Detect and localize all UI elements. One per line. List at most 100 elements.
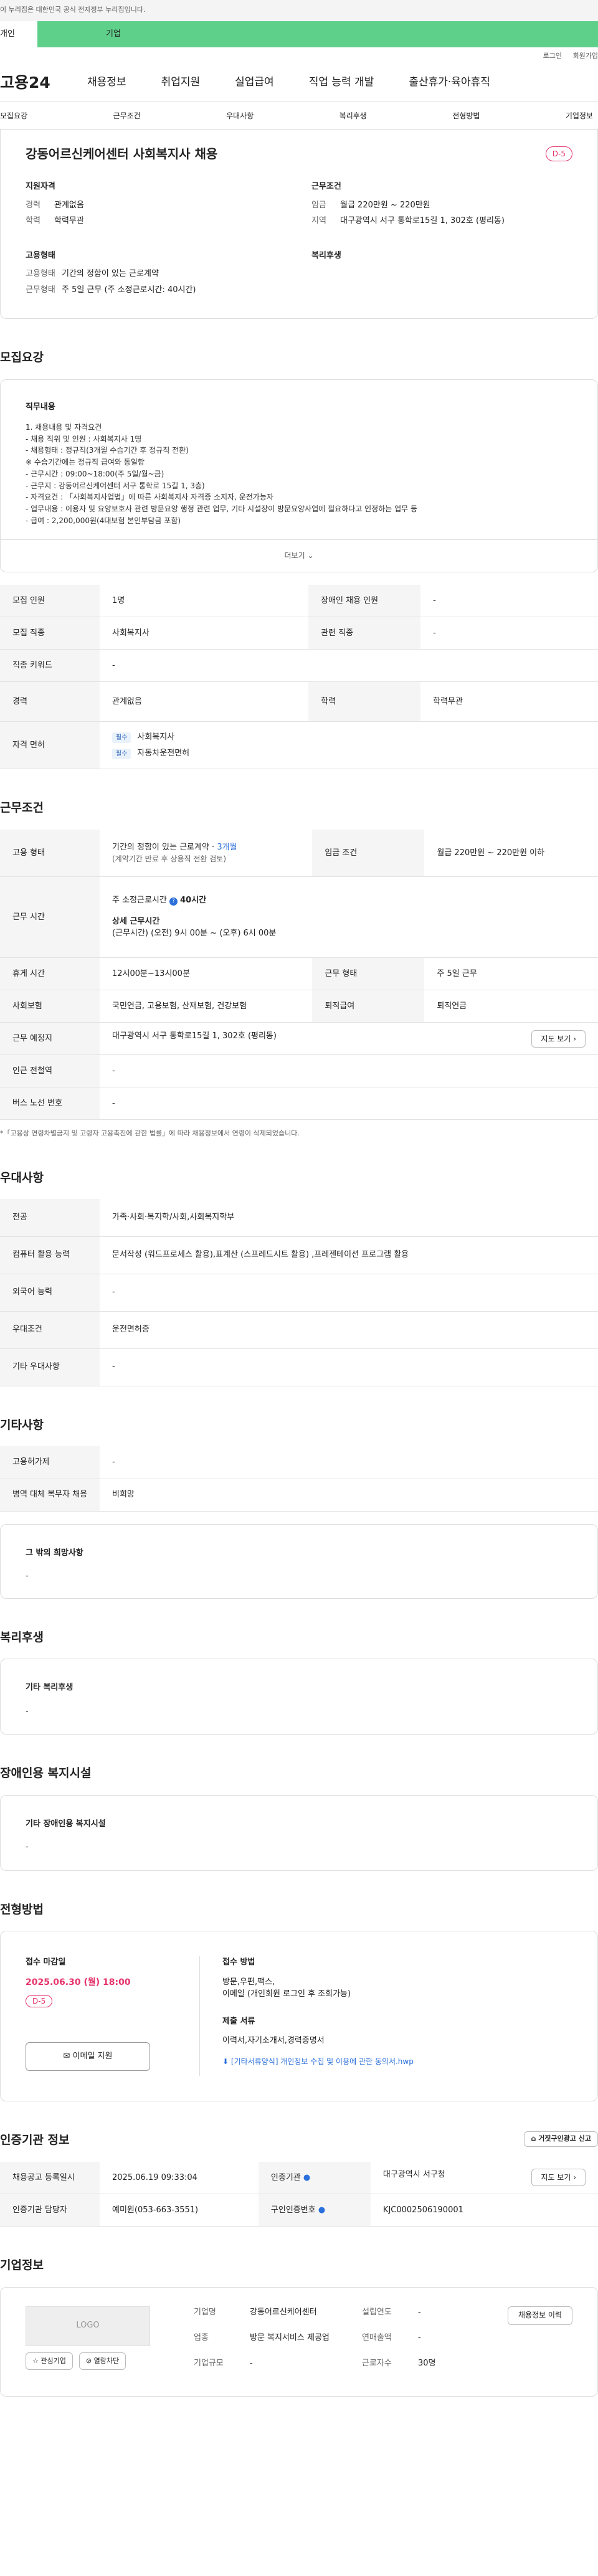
etc-table: 고용허가제 - 병역 대체 복무자 채용 비희망: [0, 1446, 598, 1512]
duty-line: - 근무시간 : 09:00~18:00(주 5일/월~금): [26, 469, 164, 478]
subnav-welfare[interactable]: 복리후생: [339, 110, 367, 121]
table-row: 우대조건 운전면허증: [0, 1311, 598, 1349]
table-row: 휴게 시간 12시00분~13시00분 근무 형태 주 5일 근무: [0, 957, 598, 990]
map-button-label: 지도 보기: [541, 2173, 571, 2182]
row-value: 운전면허증: [100, 1311, 598, 1349]
row-label: 근무 예정지: [0, 1022, 100, 1055]
cert-heading-row: 인증기관 정보 ⌂ 거짓구인광고 신고: [0, 2131, 598, 2149]
block-company-button[interactable]: ⊘ 열람차단: [78, 2352, 126, 2370]
gnb-item-employment-support[interactable]: 취업지원: [161, 75, 201, 91]
summary-welfare: 복리후생: [311, 250, 572, 300]
map-button-label: 지도 보기: [541, 1034, 571, 1043]
tab-business[interactable]: 기업: [37, 21, 598, 47]
subnav-pref[interactable]: 우대사항: [226, 110, 254, 121]
gnb-item-unemployment[interactable]: 실업급여: [235, 75, 274, 91]
row-label: 학력: [308, 681, 421, 722]
info-label: 연매출액: [362, 2332, 392, 2342]
section-heading-welfare: 복리후생: [0, 1630, 44, 1644]
email-apply-label: 이메일 지원: [72, 2052, 113, 2061]
row-label: 임금 조건: [312, 829, 425, 877]
row-value: -: [100, 1446, 598, 1479]
row-value: 2025.06.19 09:33:04: [100, 2161, 259, 2194]
info-value: 방문 복지서비스 제공업: [250, 2332, 330, 2342]
gnb-item-leave[interactable]: 출산휴가·육아휴직: [409, 75, 490, 91]
info-label: 업종: [194, 2332, 209, 2342]
hours-total-value: 40시간: [180, 896, 207, 906]
facility-box: 기타 장애인용 복지시설 -: [0, 1794, 598, 1871]
gnb-item-jobs[interactable]: 채용정보: [87, 75, 126, 91]
summary-label: 학력: [26, 216, 40, 225]
company-box: LOGO ☆ 관심기업 ⊘ 열람차단 기업명 강동어르신케어센터 설립연도 - 업종…: [0, 2286, 598, 2397]
section-heading-etc: 기타사항: [0, 1418, 44, 1432]
subnav-company[interactable]: 기업정보: [566, 110, 593, 121]
duty-line: - 업무내용 : 이용자 및 요양보호사 관련 방문요양 행정 관련 업무, 기…: [26, 504, 418, 514]
favorite-company-button[interactable]: ☆ 관심기업: [26, 2352, 73, 2370]
row-value: -: [100, 1274, 598, 1312]
info-value: -: [418, 2332, 421, 2342]
docs-link-label: [기타서류양식] 개인정보 수집 및 이용에 관한 동의서.hwp: [230, 2057, 414, 2066]
docs-download-link[interactable]: ⬇ [기타서류양식] 개인정보 수집 및 이용에 관한 동의서.hwp: [222, 2056, 414, 2067]
info-icon[interactable]: ●: [303, 2173, 310, 2182]
section-heading-company: 기업정보: [0, 2258, 44, 2272]
row-label: 휴게 시간: [0, 957, 100, 990]
hiring-history-button[interactable]: 채용정보 이력: [507, 2306, 572, 2325]
info-icon[interactable]: ?: [169, 897, 178, 906]
row-value: 12시00분~13시00분: [100, 957, 313, 990]
job-summary-card: 강동어르신케어센터 사회복지사 채용 D-5 지원자격 경력 관계없음 학력 학력무…: [0, 130, 598, 319]
row-label: 외국어 능력: [0, 1274, 100, 1312]
welfare-box: 기타 복리후생 -: [0, 1659, 598, 1735]
row-label: 자격 면허: [0, 721, 100, 769]
block-icon: ⊘: [85, 2356, 92, 2365]
summary-heading: 고용형태: [26, 250, 55, 260]
row-value: 예미원(053-663-3551): [100, 2194, 259, 2227]
cert-table: 채용공고 등록일시 2025.06.19 09:33:04 인증기관 ● 대구광역…: [0, 2161, 598, 2227]
info-label: 근로자수: [362, 2359, 392, 2369]
row-subvalue: (계약기간 만료 후 상용직 전환 검토): [112, 855, 226, 863]
row-label: 구인인증번호 ●: [258, 2194, 371, 2227]
row-value: 1명: [100, 584, 309, 617]
subnav-recruit[interactable]: 모집요강: [0, 110, 27, 121]
info-label: 기업규모: [194, 2359, 224, 2369]
row-label: 장애인 채용 인원: [308, 584, 421, 617]
info-icon[interactable]: ●: [318, 2205, 325, 2215]
row-label: 채용공고 등록일시: [0, 2161, 100, 2194]
login-link[interactable]: 로그인: [543, 52, 562, 60]
row-value: 월급 220만원 ~ 220만원 이하: [424, 829, 598, 877]
row-label: 전공: [0, 1199, 100, 1237]
duty-line: - 채용형태 : 정규직(3개월 수습기간 후 정규직 전환): [26, 446, 189, 455]
pref-table: 전공 가족·사회·복지학/사회,사회복지학부 컴퓨터 활용 능력 문서작성 (워드프…: [0, 1199, 598, 1386]
global-nav: 고용24 채용정보 취업지원 실업급여 직업 능력 개발 출산휴가·육아휴직: [0, 64, 598, 102]
row-value: 사회복지사: [100, 617, 309, 650]
row-label: 모집 인원: [0, 584, 100, 617]
chevron-down-icon: ⌄: [307, 551, 314, 560]
site-logo[interactable]: 고용24: [0, 71, 87, 95]
table-row: 자격 면허 필수 사회복지사 필수 자동차운전면허: [0, 721, 598, 769]
table-row: 모집 인원 1명 장애인 채용 인원 -: [0, 584, 598, 617]
email-apply-button[interactable]: ✉ 이메일 지원: [26, 2042, 150, 2071]
report-button[interactable]: ⌂ 거짓구인광고 신고: [524, 2131, 598, 2147]
tab-personal[interactable]: 개인: [0, 21, 37, 47]
info-label: 설립연도: [362, 2307, 392, 2317]
info-value: 강동어르신케어센터: [250, 2307, 317, 2317]
row-label: 사회보험: [0, 990, 100, 1023]
row-label: 직종 키워드: [0, 649, 100, 682]
more-button[interactable]: 더보기 ⌄: [1, 539, 597, 572]
required-tag: 필수: [112, 732, 131, 743]
table-row: 전공 가족·사회·복지학/사회,사회복지학부: [0, 1199, 598, 1237]
duty-line: - 자격요건 : 「사회복지사업법」에 따른 사회복지사 자격증 소지자, 운전…: [26, 493, 273, 502]
row-label: 버스 노선 번호: [0, 1087, 100, 1120]
map-button[interactable]: 지도 보기 ›: [531, 1030, 586, 1048]
summary-employment: 고용형태 고용형태 기간의 정함이 있는 근로계약 근무형태 주 5일 근무 (주 …: [26, 250, 287, 300]
join-link[interactable]: 회원가입: [573, 52, 598, 60]
map-button[interactable]: 지도 보기 ›: [531, 2169, 586, 2187]
job-title: 강동어르신케어센터 사회복지사 채용: [26, 146, 218, 161]
section-heading-method: 전형방법: [0, 1902, 44, 1916]
info-value: 30명: [418, 2359, 436, 2369]
gnb-item-training[interactable]: 직업 능력 개발: [309, 75, 374, 91]
subnav-method[interactable]: 전형방법: [452, 110, 480, 121]
docs-value: 이력서,자기소개서,경력증명서: [222, 2036, 325, 2045]
section-heading-cert: 인증기관 정보: [0, 2133, 70, 2147]
summary-label: 임금: [311, 200, 326, 210]
wish-heading: 그 밖의 희망사항: [26, 1548, 83, 1558]
subnav-work[interactable]: 근무조건: [113, 110, 141, 121]
